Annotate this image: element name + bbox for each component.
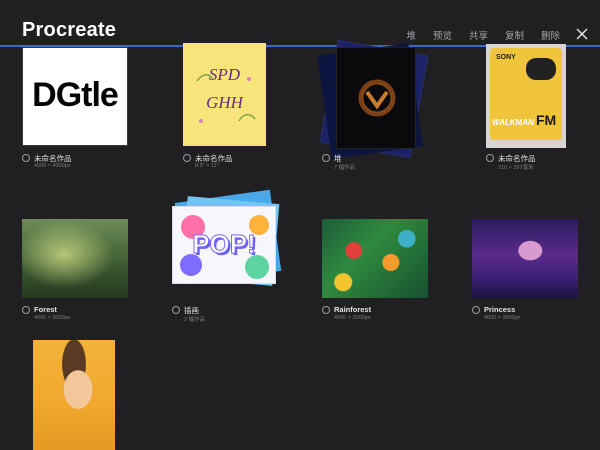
share-button[interactable]: 共享 [469, 28, 488, 42]
gallery-actions: 堆 预览 共享 复制 删除 [406, 28, 560, 42]
artwork-thumbnail[interactable] [472, 219, 578, 298]
preview-button[interactable]: 预览 [433, 28, 452, 42]
close-icon[interactable] [576, 28, 588, 40]
duplicate-button[interactable]: 复制 [505, 28, 524, 42]
gallery-item-walkman[interactable]: SONY WALKMAN FM 未命名作品 210 × 297毫米 [486, 44, 576, 171]
item-size: 4000 × 3000px [334, 315, 371, 321]
select-circle-icon[interactable] [472, 306, 480, 314]
select-circle-icon[interactable] [22, 306, 30, 314]
walkman-brand: SONY [496, 54, 516, 61]
walkman-model: WALKMAN [492, 118, 534, 127]
gallery-item-portrait[interactable] [33, 340, 115, 450]
item-title[interactable]: Rainforest [334, 305, 371, 314]
item-title[interactable]: Princess [484, 305, 515, 314]
item-size: 8.5" × 11" [195, 163, 219, 169]
select-circle-icon[interactable] [322, 154, 330, 162]
item-title[interactable]: Forest [34, 305, 57, 314]
gallery-item-lettering[interactable]: SPD GHH 未命名作品 8.5" × 11" [183, 43, 273, 169]
walkman-control-panel [526, 58, 556, 80]
vine-decoration [196, 74, 256, 123]
select-circle-icon[interactable] [183, 154, 191, 162]
item-size: 4000 × 3000px [34, 315, 71, 321]
artwork-thumbnail[interactable] [336, 47, 416, 149]
gallery-item-princess[interactable]: Princess 4000 × 3000px [472, 219, 578, 321]
artwork-thumbnail[interactable] [322, 219, 428, 298]
item-size: 4000 × 4000px [34, 163, 71, 169]
stack-button[interactable]: 堆 [406, 28, 416, 42]
artwork-thumbnail[interactable]: DGtle [22, 47, 128, 146]
artwork-thumbnail[interactable]: SONY WALKMAN FM [486, 44, 566, 148]
artwork-thumbnail[interactable] [22, 219, 128, 298]
artwork-thumbnail[interactable]: POP! [172, 206, 276, 284]
artwork-thumbnail[interactable]: SPD GHH [183, 43, 266, 146]
dgtle-logo: DGtle [32, 76, 119, 114]
select-circle-icon[interactable] [172, 306, 180, 314]
top-bar: Procreate 堆 预览 共享 复制 删除 [0, 0, 600, 47]
item-size: 4000 × 3000px [484, 315, 521, 321]
select-circle-icon[interactable] [322, 306, 330, 314]
delete-button[interactable]: 删除 [541, 28, 560, 42]
select-circle-icon[interactable] [486, 154, 494, 162]
item-count: 2 幅作品 [184, 317, 206, 323]
gallery-item-forest[interactable]: Forest 4000 × 3000px [22, 219, 128, 321]
gallery-stack-2[interactable]: POP! 插画 2 幅作品 [172, 188, 282, 323]
walkman-fm-label: FM [536, 112, 557, 128]
item-size: 210 × 297毫米 [498, 165, 534, 171]
gallery-stack-1[interactable]: 堆 7 幅作品 [316, 39, 438, 171]
gallery-item-dgtle[interactable]: DGtle 未命名作品 4000 × 4000px [22, 47, 128, 169]
pop-text: POP! [192, 229, 257, 260]
artwork-thumbnail[interactable] [33, 340, 115, 450]
gallery-item-rainforest[interactable]: Rainforest 4000 × 3000px [322, 219, 428, 321]
select-circle-icon[interactable] [22, 154, 30, 162]
item-count: 7 幅作品 [334, 165, 356, 171]
app-title: Procreate [22, 19, 117, 41]
overwatch-logo-icon [358, 79, 396, 117]
